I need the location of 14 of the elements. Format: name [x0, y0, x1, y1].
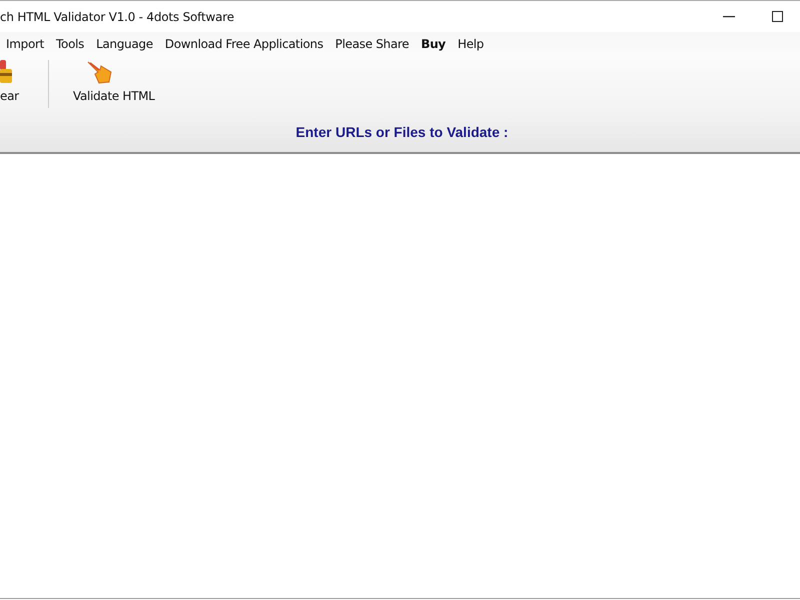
- clear-button[interactable]: ear: [0, 56, 20, 112]
- window-title: ch HTML Validator V1.0 - 4dots Software: [0, 10, 234, 24]
- section-heading: Enter URLs or Files to Validate :: [296, 124, 508, 140]
- menu-item[interactable]: Language: [90, 37, 159, 51]
- brush-icon: [0, 60, 14, 84]
- maximize-icon[interactable]: [772, 11, 783, 22]
- menu-item[interactable]: Please Share: [329, 37, 415, 51]
- menu-item[interactable]: Tools: [50, 37, 90, 51]
- menu-item[interactable]: Download Free Applications: [158, 37, 330, 51]
- menu-item[interactable]: Buy: [414, 37, 452, 51]
- validate-button[interactable]: Validate HTML: [69, 56, 159, 112]
- menu-item[interactable]: Import: [0, 37, 50, 51]
- menu-item[interactable]: Help: [452, 37, 490, 51]
- minimize-icon[interactable]: [723, 16, 735, 18]
